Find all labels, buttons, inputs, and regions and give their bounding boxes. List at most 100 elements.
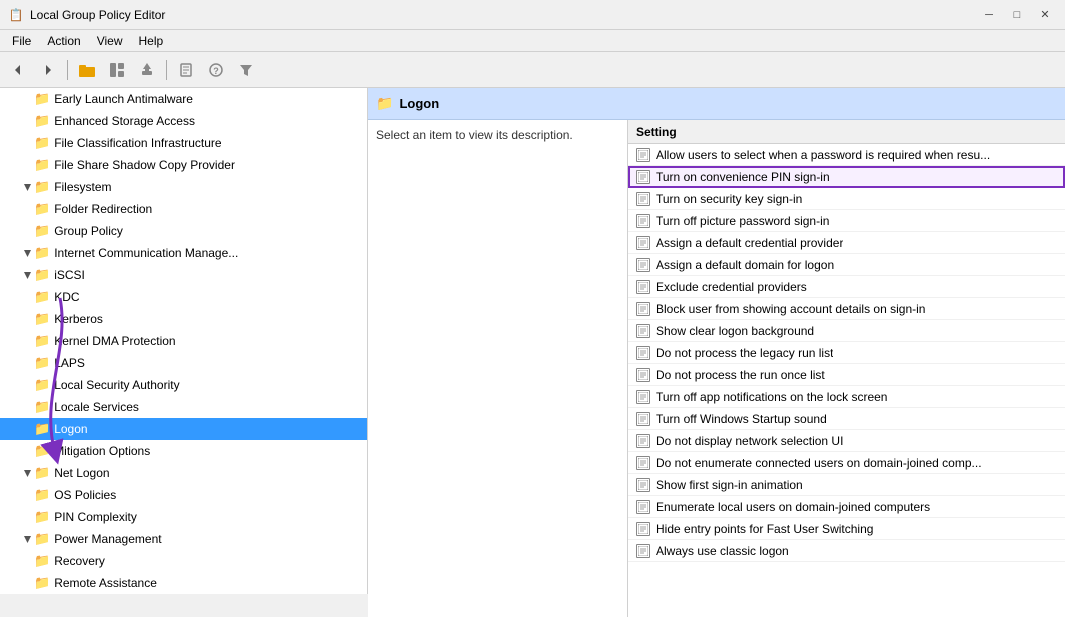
help-button[interactable]: ? bbox=[202, 56, 230, 84]
expand-icon-kernel-dma bbox=[20, 334, 34, 348]
setting-row-s6[interactable]: Assign a default domain for logon bbox=[628, 254, 1065, 276]
filter-button[interactable] bbox=[232, 56, 260, 84]
setting-row-s3[interactable]: Turn on security key sign-in bbox=[628, 188, 1065, 210]
tree-item-pin-complexity[interactable]: 📁PIN Complexity bbox=[0, 506, 367, 528]
setting-row-s12[interactable]: Turn off app notifications on the lock s… bbox=[628, 386, 1065, 408]
tree-item-label-file-classification: File Classification Infrastructure bbox=[54, 136, 221, 150]
folder-button[interactable] bbox=[73, 56, 101, 84]
menu-file[interactable]: File bbox=[4, 32, 39, 50]
main-area: 📁Early Launch Antimalware📁Enhanced Stora… bbox=[0, 88, 1065, 617]
tree-item-label-remote-assistance: Remote Assistance bbox=[54, 576, 157, 590]
setting-row-s7[interactable]: Exclude credential providers bbox=[628, 276, 1065, 298]
setting-label-s15: Do not enumerate connected users on doma… bbox=[656, 456, 982, 470]
show-hide-button[interactable] bbox=[103, 56, 131, 84]
setting-row-s9[interactable]: Show clear logon background bbox=[628, 320, 1065, 342]
setting-row-s11[interactable]: Do not process the run once list bbox=[628, 364, 1065, 386]
menu-help[interactable]: Help bbox=[131, 32, 172, 50]
minimize-button[interactable]: ─ bbox=[977, 5, 1001, 25]
tree-item-local-security[interactable]: 📁Local Security Authority bbox=[0, 374, 367, 396]
back-button[interactable] bbox=[4, 56, 32, 84]
tree-item-label-kerberos: Kerberos bbox=[54, 312, 103, 326]
expand-icon-filesystem[interactable] bbox=[20, 180, 34, 194]
tree-item-internet-comm[interactable]: 📁Internet Communication Manage... bbox=[0, 242, 367, 264]
setting-icon-s15 bbox=[636, 456, 650, 470]
tree-item-laps[interactable]: 📁LAPS bbox=[0, 352, 367, 374]
properties-button[interactable] bbox=[172, 56, 200, 84]
expand-icon-os-policies bbox=[20, 488, 34, 502]
setting-row-s10[interactable]: Do not process the legacy run list bbox=[628, 342, 1065, 364]
setting-label-s6: Assign a default domain for logon bbox=[656, 258, 834, 272]
setting-row-s8[interactable]: Block user from showing account details … bbox=[628, 298, 1065, 320]
setting-label-s18: Hide entry points for Fast User Switchin… bbox=[656, 522, 873, 536]
tree-item-filesystem[interactable]: 📁Filesystem bbox=[0, 176, 367, 198]
expand-icon-early-launch bbox=[20, 92, 34, 106]
setting-row-s18[interactable]: Hide entry points for Fast User Switchin… bbox=[628, 518, 1065, 540]
setting-icon-s7 bbox=[636, 280, 650, 294]
tree-item-remote-assistance[interactable]: 📁 Remote Assistance bbox=[0, 572, 367, 594]
tree-item-net-logon[interactable]: 📁Net Logon bbox=[0, 462, 367, 484]
export-button[interactable] bbox=[133, 56, 161, 84]
expand-icon-recovery bbox=[20, 554, 34, 568]
setting-label-s13: Turn off Windows Startup sound bbox=[656, 412, 827, 426]
setting-label-s10: Do not process the legacy run list bbox=[656, 346, 833, 360]
setting-row-s2[interactable]: Turn on convenience PIN sign-in bbox=[628, 166, 1065, 188]
folder-icon-power-management: 📁 bbox=[34, 531, 50, 547]
folder-icon-kerberos: 📁 bbox=[34, 311, 50, 327]
tree-item-kdc[interactable]: 📁KDC bbox=[0, 286, 367, 308]
folder-icon-file-classification: 📁 bbox=[34, 135, 50, 151]
tree-item-kernel-dma[interactable]: 📁Kernel DMA Protection bbox=[0, 330, 367, 352]
tree-item-label-mitigation: Mitigation Options bbox=[54, 444, 150, 458]
tree-item-label-file-share: File Share Shadow Copy Provider bbox=[54, 158, 235, 172]
setting-row-s19[interactable]: Always use classic logon bbox=[628, 540, 1065, 562]
tree-item-logon[interactable]: 📁Logon bbox=[0, 418, 367, 440]
setting-row-s15[interactable]: Do not enumerate connected users on doma… bbox=[628, 452, 1065, 474]
tree-item-locale-services[interactable]: 📁Locale Services bbox=[0, 396, 367, 418]
folder-icon-remote-assistance: 📁 bbox=[34, 575, 50, 591]
setting-row-s16[interactable]: Show first sign-in animation bbox=[628, 474, 1065, 496]
setting-icon-s18 bbox=[636, 522, 650, 536]
expand-icon-file-share bbox=[20, 158, 34, 172]
tree-item-iscsi[interactable]: 📁iSCSI bbox=[0, 264, 367, 286]
tree-item-folder-redirection[interactable]: 📁Folder Redirection bbox=[0, 198, 367, 220]
close-button[interactable]: ✕ bbox=[1033, 5, 1057, 25]
tree-item-kerberos[interactable]: 📁 Kerberos bbox=[0, 308, 367, 330]
forward-button[interactable] bbox=[34, 56, 62, 84]
tree-item-label-power-management: Power Management bbox=[54, 532, 161, 546]
tree-item-label-locale-services: Locale Services bbox=[54, 400, 139, 414]
tree-item-label-group-policy: Group Policy bbox=[54, 224, 123, 238]
setting-row-s14[interactable]: Do not display network selection UI bbox=[628, 430, 1065, 452]
expand-icon-net-logon[interactable] bbox=[20, 466, 34, 480]
tree-item-power-management[interactable]: 📁 Power Management bbox=[0, 528, 367, 550]
setting-label-s19: Always use classic logon bbox=[656, 544, 789, 558]
description-panel: Select an item to view its description. bbox=[368, 120, 628, 617]
tree-item-label-enhanced-storage: Enhanced Storage Access bbox=[54, 114, 195, 128]
menu-view[interactable]: View bbox=[89, 32, 131, 50]
setting-row-s13[interactable]: Turn off Windows Startup sound bbox=[628, 408, 1065, 430]
description-text: Select an item to view its description. bbox=[376, 128, 573, 142]
tree-item-enhanced-storage[interactable]: 📁Enhanced Storage Access bbox=[0, 110, 367, 132]
setting-row-s1[interactable]: Allow users to select when a password is… bbox=[628, 144, 1065, 166]
tree-item-label-kdc: KDC bbox=[54, 290, 79, 304]
folder-icon-laps: 📁 bbox=[34, 355, 50, 371]
maximize-button[interactable]: □ bbox=[1005, 5, 1029, 25]
expand-icon-enhanced-storage bbox=[20, 114, 34, 128]
setting-row-s17[interactable]: Enumerate local users on domain-joined c… bbox=[628, 496, 1065, 518]
tree-item-os-policies[interactable]: 📁OS Policies bbox=[0, 484, 367, 506]
setting-row-s4[interactable]: Turn off picture password sign-in bbox=[628, 210, 1065, 232]
tree-item-mitigation[interactable]: 📁Mitigation Options bbox=[0, 440, 367, 462]
tree-item-group-policy[interactable]: 📁Group Policy bbox=[0, 220, 367, 242]
expand-icon-folder-redirection bbox=[20, 202, 34, 216]
menu-action[interactable]: Action bbox=[39, 32, 88, 50]
tree-item-recovery[interactable]: 📁Recovery bbox=[0, 550, 367, 572]
expand-icon-internet-comm[interactable] bbox=[20, 246, 34, 260]
tree-item-early-launch[interactable]: 📁Early Launch Antimalware bbox=[0, 88, 367, 110]
setting-row-s5[interactable]: Assign a default credential provider bbox=[628, 232, 1065, 254]
tree-item-file-classification[interactable]: 📁 File Classification Infrastructure bbox=[0, 132, 367, 154]
expand-icon-power-management[interactable] bbox=[20, 532, 34, 546]
setting-icon-s2 bbox=[636, 170, 650, 184]
expand-icon-iscsi[interactable] bbox=[20, 268, 34, 282]
tree-item-file-share[interactable]: 📁File Share Shadow Copy Provider bbox=[0, 154, 367, 176]
setting-icon-s17 bbox=[636, 500, 650, 514]
setting-label-s4: Turn off picture password sign-in bbox=[656, 214, 829, 228]
setting-icon-s14 bbox=[636, 434, 650, 448]
